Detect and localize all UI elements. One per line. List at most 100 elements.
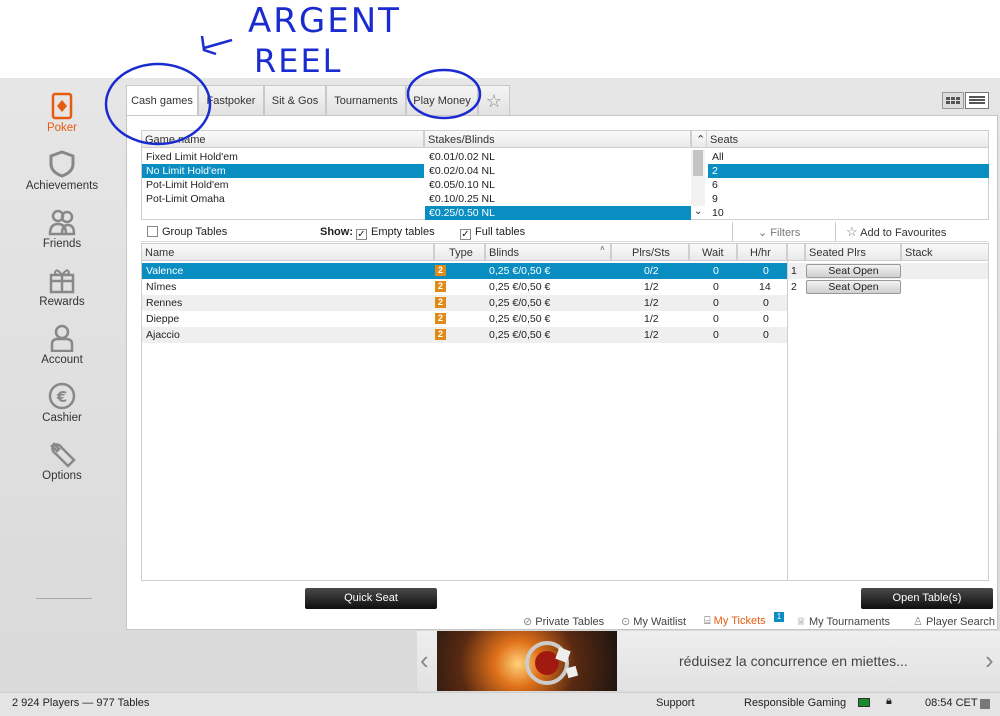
table-name: Ajaccio (146, 329, 180, 341)
col-plrs-sts[interactable]: Plrs/Sts (611, 243, 689, 261)
table-wait: 0 (713, 329, 719, 341)
seat-item[interactable]: 6 (708, 178, 989, 192)
group-tables-checkbox[interactable]: Group Tables (147, 226, 227, 238)
sort-up-icon: ˄ (600, 244, 605, 253)
stake-item[interactable]: €0.05/0.10 NL (425, 178, 691, 192)
table-name: Valence (146, 265, 184, 277)
private-tables-label: Private Tables (535, 616, 605, 628)
quick-seat-button[interactable]: Quick Seat (305, 588, 437, 609)
table-row[interactable]: Dieppe 2 0,25 €/0,50 € 1/2 0 0 (142, 311, 787, 327)
game-item-selected[interactable]: No Limit Hold'em (142, 164, 424, 178)
table-hands-per-hour: 0 (763, 329, 769, 341)
sidebar-label-achievements: Achievements (25, 180, 99, 192)
col-blinds[interactable]: Blinds (485, 243, 611, 261)
add-to-favourites-button[interactable]: ☆ Add to Favourites (846, 224, 946, 240)
game-item[interactable]: Fixed Limit Hold'em (142, 150, 424, 164)
stake-item[interactable]: €0.02/0.04 NL (425, 164, 691, 178)
chevron-left-icon[interactable]: ‹ (420, 645, 429, 676)
private-tables-link[interactable]: ⊘ Private Tables (523, 615, 604, 628)
scroll-down-icon[interactable]: ⌄ (694, 206, 702, 217)
my-waitlist-label: My Waitlist (633, 616, 687, 628)
col-hhr[interactable]: H/hr (737, 243, 787, 261)
players-count-text: 2 924 Players (12, 697, 80, 709)
stakes-header: Stakes/Blinds (424, 130, 691, 148)
show-label: Show: (320, 226, 353, 238)
player-count: 2 924 Players — 977 Tables (12, 697, 149, 709)
table-name: Dieppe (146, 313, 180, 325)
seats-header: Seats (706, 130, 989, 148)
game-item[interactable]: Pot-Limit Hold'em (142, 178, 424, 192)
divider (835, 222, 836, 242)
support-link[interactable]: Support (656, 697, 695, 709)
tab-sit-and-gos[interactable]: Sit & Gos (264, 85, 326, 115)
col-name[interactable]: Name (141, 243, 434, 261)
col-seat-num (787, 243, 805, 261)
sidebar-item-poker[interactable]: Poker (12, 92, 112, 134)
table-row[interactable]: Ajaccio 2 0,25 €/0,50 € 1/2 0 0 (142, 327, 787, 343)
gift-icon (49, 269, 75, 294)
empty-tables-checkbox[interactable]: ✓ Empty tables (356, 226, 435, 240)
filters-label: Filters (770, 227, 801, 239)
seat-number: 1 (791, 265, 797, 277)
seat-item[interactable]: All (708, 150, 989, 164)
table-hands-per-hour: 0 (763, 313, 769, 325)
checkmark-icon: ✓ (460, 229, 471, 240)
add-to-favourites-label: Add to Favourites (860, 227, 947, 239)
seat-item-selected[interactable]: 2 (708, 164, 989, 178)
table-row[interactable]: Nîmes 2 0,25 €/0,50 € 1/2 0 14 (142, 279, 787, 295)
filters-button[interactable]: ⌄ Filters (758, 226, 800, 239)
sidebar-item-options[interactable]: Options (12, 440, 112, 482)
col-wait[interactable]: Wait (689, 243, 737, 261)
banner-text: réduisez la concurrence en miettes... (679, 653, 908, 669)
player-search-label: Player Search (925, 616, 996, 628)
friends-icon (48, 209, 76, 236)
seat-open-button[interactable]: Seat Open (806, 280, 901, 294)
seat-item[interactable]: 9 (708, 192, 989, 206)
annotation-circle-cash-games (104, 62, 212, 146)
sidebar-item-achievements[interactable]: Achievements (12, 150, 112, 192)
open-tables-button[interactable]: Open Table(s) (861, 588, 993, 609)
my-tickets-link[interactable]: ⌸ My Tickets (704, 615, 766, 628)
tables-count-text: 977 Tables (96, 697, 150, 709)
fullscreen-icon[interactable] (980, 699, 990, 709)
list-view-icon[interactable] (965, 92, 989, 109)
my-waitlist-link[interactable]: ⊙ My Waitlist (621, 615, 686, 628)
my-tournaments-link[interactable]: ♕ My Tournaments (796, 615, 890, 628)
tab-tournaments[interactable]: Tournaments (326, 85, 406, 115)
table-players: 1/2 (644, 313, 659, 325)
sidebar-label-options: Options (42, 470, 82, 482)
game-item[interactable]: Pot-Limit Omaha (142, 192, 424, 206)
table-row[interactable]: Valence 2 0,25 €/0,50 € 0/2 0 0 (142, 263, 787, 279)
sidebar-item-cashier[interactable]: € Cashier (12, 382, 112, 424)
table-name: Nîmes (146, 281, 177, 293)
seat-item[interactable]: 10 (708, 206, 989, 220)
stakes-scrollbar[interactable] (691, 150, 705, 206)
sidebar-item-account[interactable]: Account (12, 324, 112, 366)
player-search-link[interactable]: ♙ Player Search (913, 615, 995, 628)
stake-item[interactable]: €0.10/0.25 NL (425, 192, 691, 206)
stake-item-selected[interactable]: €0.25/0.50 NL (425, 206, 691, 220)
clock-icon: ⊙ (621, 616, 631, 628)
lock-icon: ⊘ (523, 616, 533, 628)
checkmark-icon: ✓ (356, 229, 367, 240)
chevron-right-icon[interactable]: › (985, 645, 994, 676)
svg-text:€: € (56, 388, 67, 406)
tickets-count-badge: 1 (774, 612, 784, 622)
table-type-badge: 2 (435, 297, 446, 308)
responsible-gaming-link[interactable]: Responsible Gaming (744, 697, 846, 709)
sidebar-item-friends[interactable]: Friends (12, 208, 112, 250)
monitor-icon (858, 698, 870, 707)
col-type[interactable]: Type (434, 243, 485, 261)
stake-item[interactable]: €0.01/0.02 NL (425, 150, 691, 164)
seat-number: 2 (791, 281, 797, 293)
grid-view-icon[interactable] (942, 92, 964, 109)
chevron-down-icon: ⌄ (758, 227, 771, 239)
col-stack: Stack (901, 243, 989, 261)
table-players: 1/2 (644, 281, 659, 293)
separator: — (82, 697, 94, 709)
table-row[interactable]: Rennes 2 0,25 €/0,50 € 1/2 0 0 (142, 295, 787, 311)
sidebar-item-rewards[interactable]: Rewards (12, 266, 112, 308)
seat-open-button[interactable]: Seat Open (806, 264, 901, 278)
full-tables-checkbox[interactable]: ✓ Full tables (460, 226, 525, 240)
table-blinds: 0,25 €/0,50 € (489, 313, 551, 325)
